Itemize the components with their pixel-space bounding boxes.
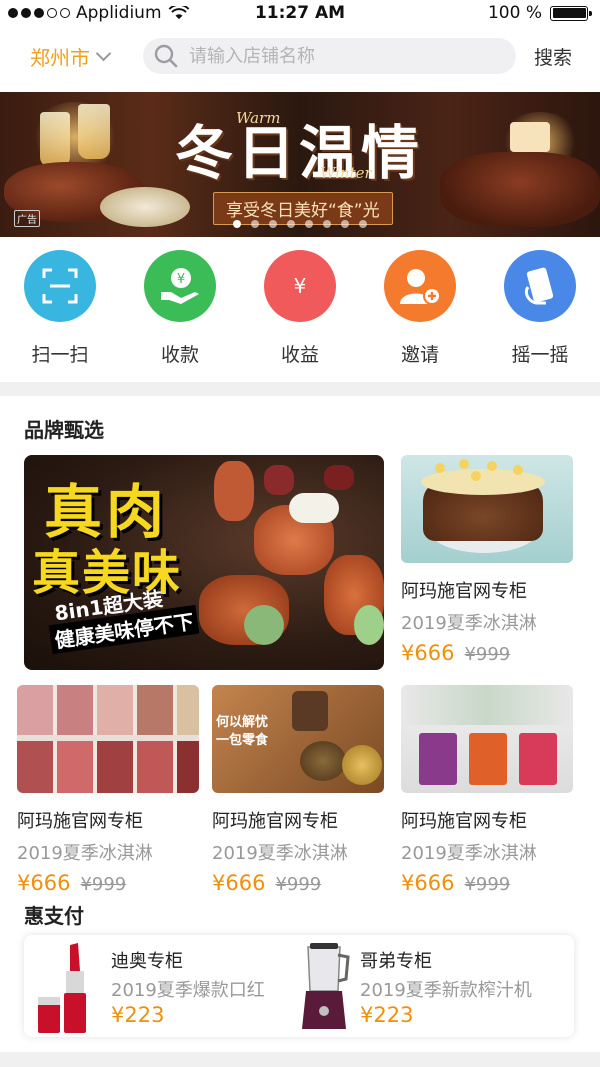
- lipstick-image: [38, 943, 86, 1033]
- receive-money-icon: ¥: [144, 250, 216, 322]
- search-box[interactable]: [143, 38, 516, 74]
- brand-card[interactable]: 阿玛施官网专柜 2019夏季冰淇淋 ¥666 ¥999: [401, 685, 573, 895]
- banner-dot[interactable]: [251, 220, 259, 228]
- svg-text:¥: ¥: [177, 272, 185, 287]
- pay-item[interactable]: 哥弟专柜 2019夏季新款榨汁机 ¥223: [294, 935, 574, 1037]
- quick-actions: 扫一扫 ¥ 收款 ¥ 收益 邀请 摇一摇: [0, 250, 600, 370]
- steak-image: [440, 152, 600, 227]
- card-desc: 2019夏季冰淇淋: [401, 613, 537, 634]
- snack-bags-image: [401, 685, 573, 793]
- shake-phone-icon: [504, 250, 576, 322]
- brand-card[interactable]: 何以解忧 一包零食 阿玛施官网专柜 2019夏季冰淇淋 ¥666 ¥999: [212, 685, 384, 895]
- city-selector[interactable]: 郑州市: [30, 42, 112, 71]
- banner-title-en-warm: Warm: [236, 109, 281, 127]
- card-name: 阿玛施官网专柜: [401, 811, 527, 832]
- juicer-image: [302, 943, 350, 1029]
- battery-percent: 100 %: [487, 3, 542, 23]
- card-name: 阿玛施官网专柜: [401, 581, 527, 602]
- banner-dot[interactable]: [359, 220, 367, 228]
- quick-action-label: 收益: [280, 344, 319, 366]
- card-price: ¥666: [401, 871, 455, 895]
- quick-action-2[interactable]: ¥ 收款: [120, 250, 240, 370]
- quick-action-label: 摇一摇: [511, 344, 569, 366]
- scan-icon: [24, 250, 96, 322]
- pay-item[interactable]: 迪奥专柜 2019夏季爆款口红 ¥223: [24, 935, 294, 1037]
- invite-user-icon: [384, 250, 456, 322]
- cake-image: [401, 455, 573, 563]
- search-input[interactable]: [189, 45, 489, 67]
- pay-section-box: 迪奥专柜 2019夏季爆款口红 ¥223 哥弟专柜 2019夏季新款榨汁机 ¥2…: [24, 935, 574, 1037]
- promo-banner[interactable]: 冬日温情 Warm Winter 享受冬日美好“食”光 广告: [0, 92, 600, 237]
- meat-counter-image: [17, 685, 199, 793]
- card-old-price: ¥999: [464, 874, 511, 895]
- card-price: ¥666: [17, 871, 71, 895]
- banner-title-en-winter: Winter: [320, 164, 372, 182]
- quick-action-1[interactable]: 扫一扫: [0, 250, 120, 370]
- yen-coin-icon: ¥: [264, 250, 336, 322]
- pay-item-desc: 2019夏季爆款口红: [111, 980, 265, 1001]
- snack-image: 何以解忧 一包零食: [212, 685, 384, 793]
- wine-glass-image: [78, 104, 110, 159]
- card-price-row: ¥666 ¥999: [401, 871, 573, 895]
- quick-action-3[interactable]: ¥ 收益: [240, 250, 360, 370]
- card-price: ¥666: [401, 641, 455, 665]
- banner-dot[interactable]: [341, 220, 349, 228]
- pay-item-name: 迪奥专柜: [111, 951, 183, 972]
- quick-action-label: 邀请: [400, 344, 439, 366]
- svg-text:¥: ¥: [294, 274, 307, 298]
- card-price-row: ¥666 ¥999: [17, 871, 199, 895]
- status-right: 100 %: [487, 3, 592, 23]
- pay-item-desc: 2019夏季新款榨汁机: [360, 980, 532, 1001]
- quick-action-5[interactable]: 摇一摇: [480, 250, 600, 370]
- banner-pagination: [0, 220, 600, 228]
- card-price: ¥666: [212, 871, 266, 895]
- card-old-price: ¥999: [464, 644, 511, 665]
- card-old-price: ¥999: [275, 874, 322, 895]
- banner-dot[interactable]: [269, 220, 277, 228]
- snack-image-text1: 何以解忧: [216, 715, 269, 730]
- pay-item-price: ¥223: [111, 1003, 165, 1027]
- quick-action-label: 扫一扫: [31, 344, 89, 366]
- meat-jerky-image: [214, 461, 254, 521]
- brand-card[interactable]: 阿玛施官网专柜 2019夏季冰淇淋 ¥666 ¥999: [401, 455, 573, 665]
- search-icon: [154, 44, 178, 68]
- pay-item-name: 哥弟专柜: [360, 951, 432, 972]
- battery-icon: [550, 5, 592, 21]
- chevron-down-icon: [95, 45, 112, 62]
- card-desc: 2019夏季冰淇淋: [212, 843, 348, 864]
- featured-brand-card[interactable]: 真肉 真美味 8in1超大装 健康美味停不下: [24, 455, 384, 670]
- card-old-price: ¥999: [80, 874, 127, 895]
- brand-card[interactable]: 阿玛施官网专柜 2019夏季冰淇淋 ¥666 ¥999: [17, 685, 199, 895]
- section-divider: [0, 382, 600, 396]
- card-desc: 2019夏季冰淇淋: [17, 843, 153, 864]
- card-price-row: ¥666 ¥999: [212, 871, 384, 895]
- quick-action-label: 收款: [160, 344, 199, 366]
- banner-dot[interactable]: [287, 220, 295, 228]
- status-bar: Applidium 11:27 AM 100 %: [0, 0, 600, 26]
- bottom-divider: [0, 1052, 600, 1067]
- candle-image: [510, 122, 550, 152]
- snack-image-text2: 一包零食: [216, 733, 269, 748]
- wine-glass-image: [40, 112, 70, 167]
- banner-dot[interactable]: [233, 220, 241, 228]
- card-name: 阿玛施官网专柜: [17, 811, 143, 832]
- search-header: 郑州市 搜索: [0, 30, 600, 82]
- card-desc: 2019夏季冰淇淋: [401, 843, 537, 864]
- banner-title: 冬日温情: [175, 119, 424, 187]
- bone-treat-image: [289, 493, 339, 523]
- search-button[interactable]: 搜索: [534, 43, 572, 70]
- pay-item-price: ¥223: [360, 1003, 414, 1027]
- banner-dot[interactable]: [323, 220, 331, 228]
- pay-section-title: 惠支付: [24, 904, 84, 928]
- card-price-row: ¥666 ¥999: [401, 641, 573, 665]
- city-label: 郑州市: [30, 46, 90, 70]
- card-name: 阿玛施官网专柜: [212, 811, 338, 832]
- quick-action-4[interactable]: 邀请: [360, 250, 480, 370]
- brand-section-title: 品牌甄选: [24, 418, 104, 442]
- banner-dot[interactable]: [305, 220, 313, 228]
